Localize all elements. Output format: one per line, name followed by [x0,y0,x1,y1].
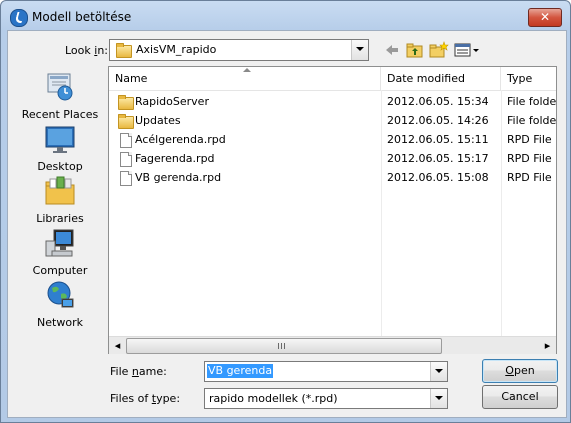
column-label: Type [507,72,533,85]
file-name-combobox[interactable]: VB gerenda [204,361,448,382]
column-header-name[interactable]: Name [109,67,381,90]
file-date: 2012.06.05. 15:11 [387,133,489,146]
place-label: Network [37,316,83,329]
place-desktop[interactable]: Desktop [18,123,102,173]
look-in-value: AxisVM_rapido [136,43,217,56]
chevron-down-icon[interactable] [351,40,368,60]
place-recent-places[interactable]: Recent Places [18,71,102,121]
close-icon: ✕ [539,10,551,24]
folder-icon [116,43,132,58]
new-folder-icon[interactable] [429,41,449,59]
file-type: File folder [507,114,556,127]
column-label: Name [115,72,148,85]
files-of-type-value: rapido modellek (*.rpd) [209,392,338,405]
scrollbar-thumb[interactable] [126,338,442,354]
view-menu-icon[interactable] [454,41,480,59]
file-type: RPD File [507,133,552,146]
dialog-body: Look in: AxisVM_rapido Recent Places Des… [7,30,567,418]
arrow-right-icon: ▸ [544,339,551,352]
list-item[interactable]: Acélgerenda.rpd 2012.06.05. 15:11 RPD Fi… [109,130,556,149]
sort-ascending-icon [243,68,251,72]
close-button[interactable]: ✕ [528,8,562,27]
file-name: VB gerenda.rpd [135,171,222,184]
libraries-icon [45,176,75,205]
place-libraries[interactable]: Libraries [18,175,102,225]
list-item[interactable]: Fagerenda.rpd 2012.06.05. 15:17 RPD File [109,149,556,168]
network-icon [47,281,74,308]
file-icon [120,171,132,186]
place-label: Recent Places [21,108,99,121]
up-folder-icon[interactable] [406,41,424,59]
file-date: 2012.06.05. 15:08 [387,171,489,184]
horizontal-scrollbar[interactable]: ◂ ▸ [109,336,556,354]
file-date: 2012.06.05. 15:17 [387,152,489,165]
file-name: Updates [135,114,181,127]
list-item[interactable]: RapidoServer 2012.06.05. 15:34 File fold… [109,92,556,111]
back-arrow-icon[interactable] [384,41,400,59]
folder-icon [118,95,134,110]
files-of-type-label: Files of type: [110,392,181,405]
chevron-down-icon[interactable] [430,389,447,408]
file-name: RapidoServer [135,95,209,108]
desktop-icon [45,126,75,153]
look-in-dropdown[interactable]: AxisVM_rapido [109,39,369,61]
cancel-button[interactable]: Cancel [482,385,558,409]
column-header-type[interactable]: Type [501,67,556,90]
place-network[interactable]: Network [18,279,102,329]
column-label: Date modified [387,72,465,85]
title-bar[interactable]: Modell betöltése ✕ [1,1,570,29]
place-label: Libraries [36,212,84,225]
file-list-header: Name Date modified Type [109,67,556,91]
place-computer[interactable]: Computer [18,227,102,277]
scroll-right-button[interactable]: ▸ [539,337,556,354]
grip-icon [278,343,285,349]
file-name: Acélgerenda.rpd [135,133,226,146]
file-date: 2012.06.05. 15:34 [387,95,489,108]
file-list[interactable]: Name Date modified Type RapidoServer 201… [108,66,557,354]
column-header-date[interactable]: Date modified [381,67,501,90]
recent-places-icon [47,73,73,101]
dialog-window: Modell betöltése ✕ Look in: AxisVM_rapid… [0,0,571,423]
place-label: Desktop [37,160,83,173]
file-name-input[interactable]: VB gerenda [207,364,274,378]
scroll-left-button[interactable]: ◂ [109,337,126,354]
file-icon [120,152,132,167]
computer-icon [45,229,74,257]
app-icon [10,9,28,27]
file-icon [120,133,132,148]
list-item[interactable]: VB gerenda.rpd 2012.06.05. 15:08 RPD Fil… [109,168,556,187]
list-item[interactable]: Updates 2012.06.05. 14:26 File folder [109,111,556,130]
file-date: 2012.06.05. 14:26 [387,114,489,127]
chevron-down-icon[interactable] [430,362,447,381]
folder-icon [118,114,134,129]
files-of-type-dropdown[interactable]: rapido modellek (*.rpd) [204,388,448,409]
file-type: RPD File [507,152,552,165]
place-label: Computer [32,264,88,277]
open-button[interactable]: Open [482,359,558,383]
window-title: Modell betöltése [32,10,132,24]
file-type: RPD File [507,171,552,184]
file-name: Fagerenda.rpd [135,152,215,165]
file-name-label: File name: [110,365,167,378]
file-type: File folder [507,95,556,108]
arrow-left-icon: ◂ [114,339,121,352]
look-in-label: Look in: [65,44,109,57]
